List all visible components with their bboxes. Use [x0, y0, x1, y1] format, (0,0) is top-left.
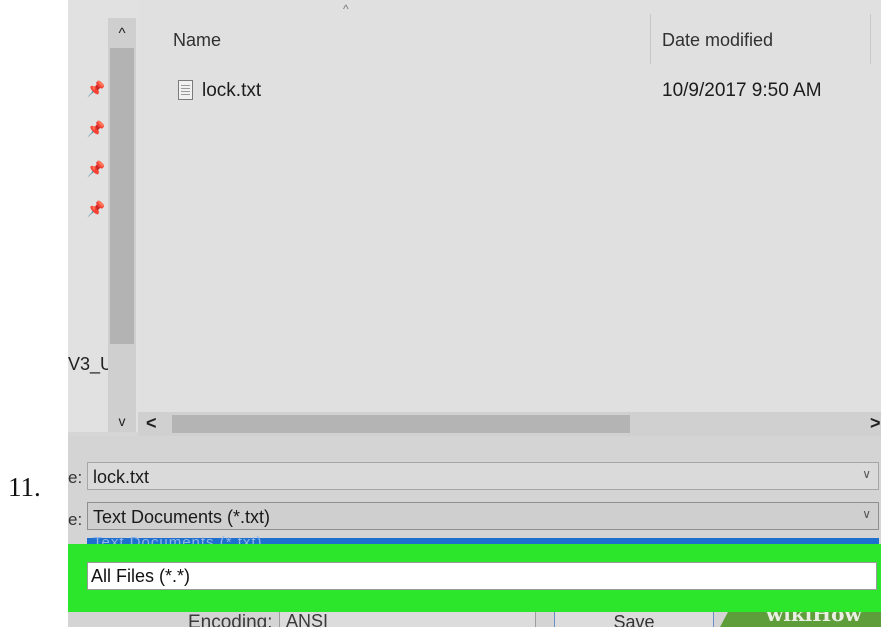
- scroll-left-icon[interactable]: <: [146, 413, 157, 434]
- save-as-dialog: 📌 📌 📌 📌 V3_U ^ v ^ Name Date modified lo…: [68, 0, 881, 627]
- save-as-type-label: e:: [68, 510, 83, 529]
- file-name-input[interactable]: lock.txt ∨: [87, 462, 879, 490]
- text-file-icon: [178, 80, 193, 100]
- column-divider[interactable]: [650, 14, 651, 64]
- save-as-type-select[interactable]: Text Documents (*.txt) ∨: [87, 502, 879, 530]
- pin-icon: 📌: [86, 81, 106, 98]
- scroll-right-icon[interactable]: >: [870, 413, 881, 434]
- file-list: ^ Name Date modified lock.txt 10/9/2017 …: [138, 0, 881, 412]
- file-name-value: lock.txt: [93, 467, 150, 487]
- pin-icon: 📌: [86, 201, 106, 218]
- column-divider[interactable]: [870, 14, 871, 64]
- nav-vertical-scrollbar[interactable]: ^ v: [108, 18, 136, 432]
- highlight-box: All Files (*.*): [68, 544, 881, 612]
- chevron-down-icon[interactable]: ∨: [862, 507, 871, 521]
- encoding-label: Encoding:: [188, 612, 273, 627]
- nav-item-label[interactable]: V3_U: [68, 354, 113, 375]
- sort-arrow-icon: ^: [343, 2, 349, 16]
- all-files-label: All Files (*.*): [91, 566, 191, 586]
- dropdown-option-all-files[interactable]: All Files (*.*): [87, 562, 877, 590]
- file-name-label: e:: [68, 468, 83, 487]
- column-header-date-modified[interactable]: Date modified: [662, 30, 773, 51]
- file-name[interactable]: lock.txt: [202, 80, 261, 102]
- scroll-up-icon[interactable]: ^: [108, 18, 136, 48]
- save-button-label: Save: [613, 612, 655, 627]
- scroll-down-icon[interactable]: v: [108, 410, 136, 432]
- chevron-down-icon[interactable]: ∨: [862, 467, 871, 481]
- encoding-value: ANSI: [286, 611, 329, 627]
- scroll-thumb[interactable]: [110, 48, 134, 344]
- scroll-thumb[interactable]: [172, 415, 630, 433]
- save-as-type-value: Text Documents (*.txt): [93, 507, 271, 527]
- pin-icon: 📌: [86, 121, 106, 138]
- save-form: e: lock.txt ∨ e: Text Documents (*.txt) …: [68, 436, 881, 627]
- column-header-name[interactable]: Name: [173, 30, 221, 51]
- step-number: 11.: [8, 472, 41, 502]
- horizontal-scrollbar[interactable]: < >: [138, 412, 881, 436]
- file-row[interactable]: lock.txt 10/9/2017 9:50 AM: [138, 76, 881, 110]
- pin-icon: 📌: [86, 161, 106, 178]
- file-date-modified: 10/9/2017 9:50 AM: [662, 80, 822, 101]
